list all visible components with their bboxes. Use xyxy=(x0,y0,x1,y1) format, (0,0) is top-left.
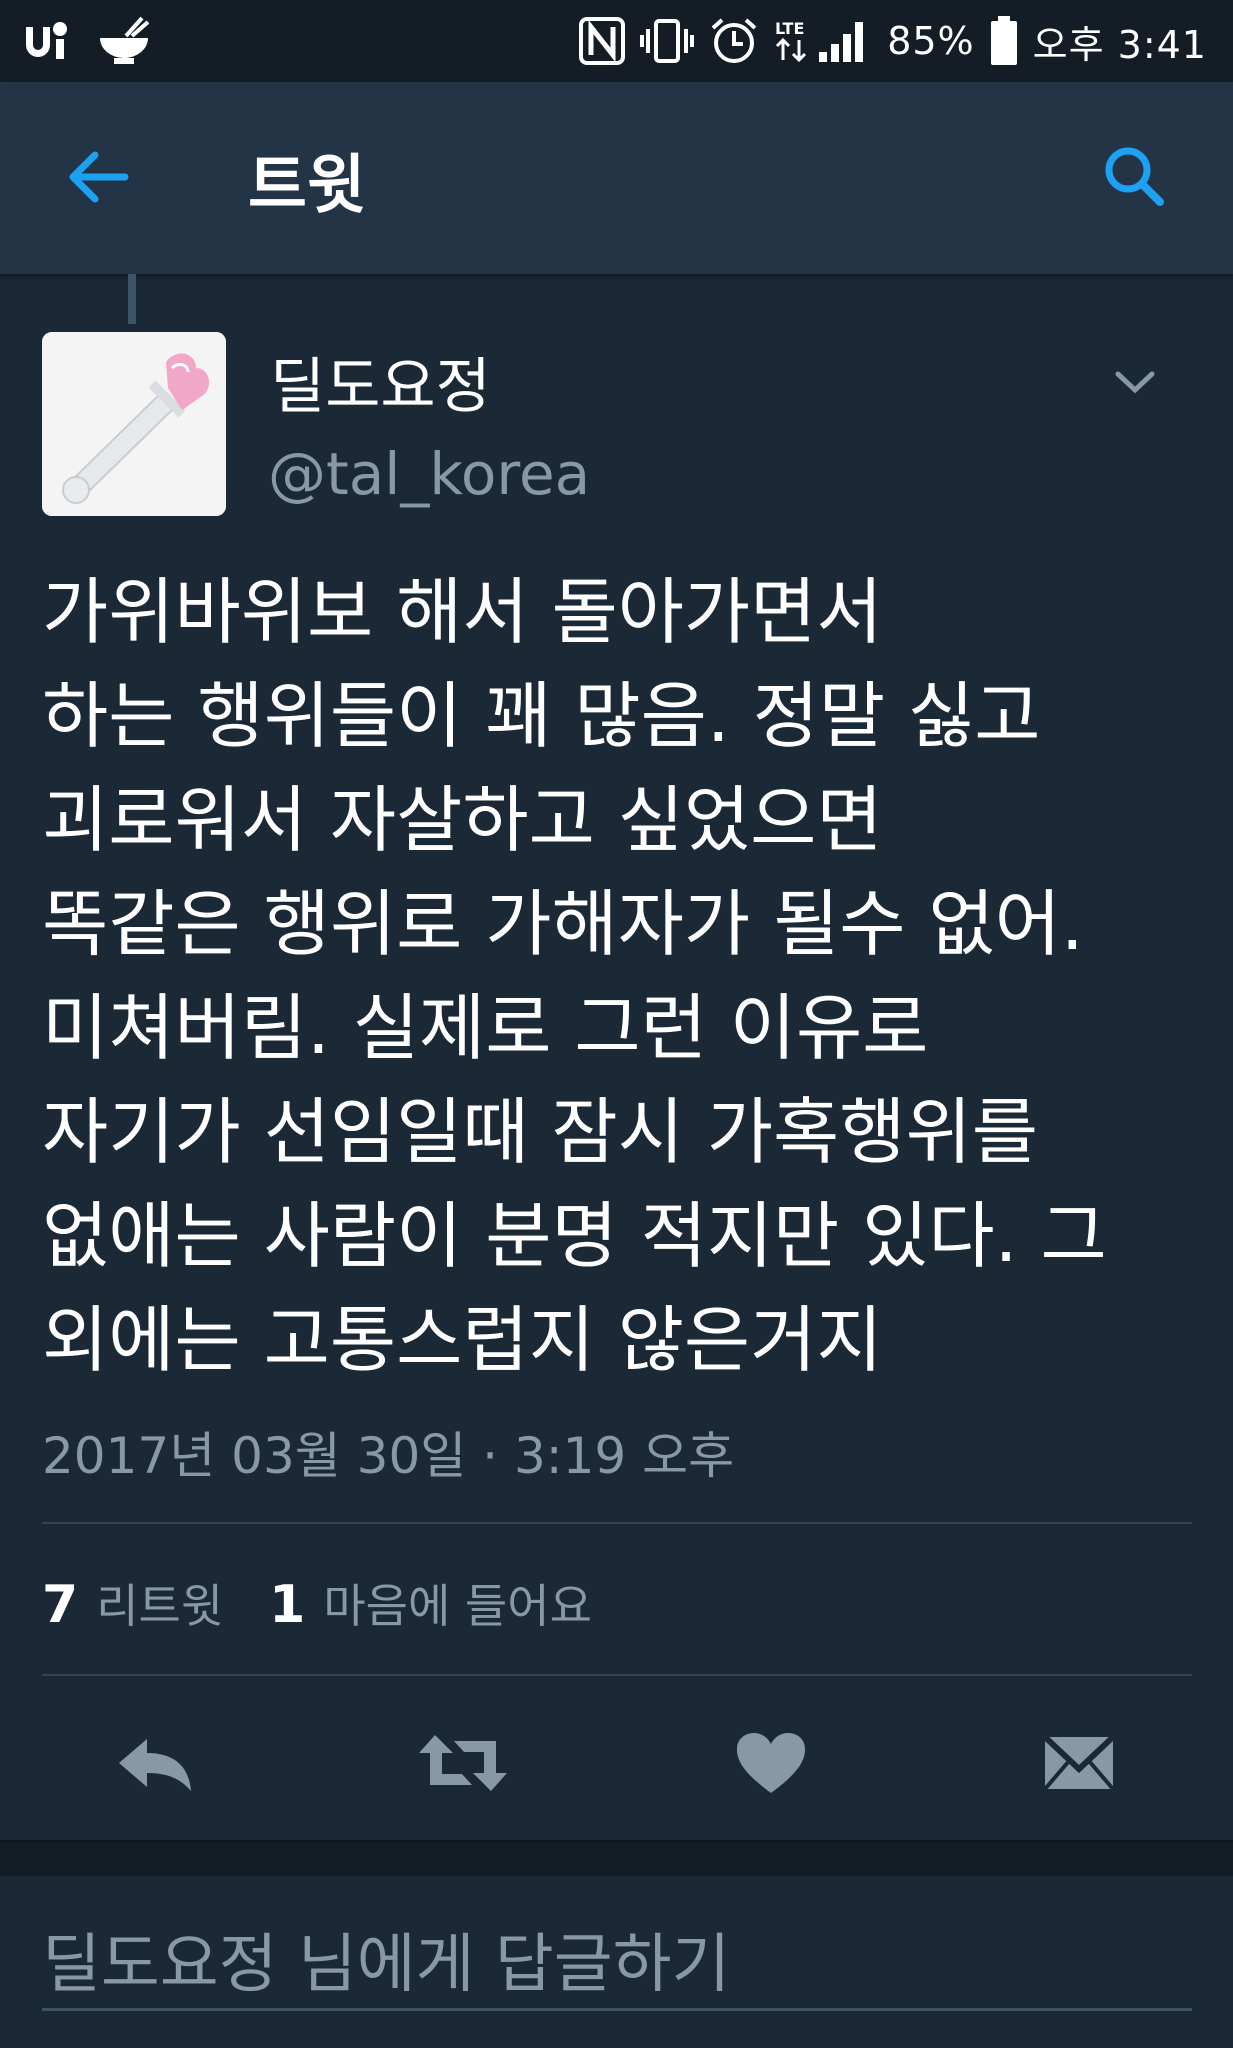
nfc-icon xyxy=(579,17,626,65)
search-icon xyxy=(1102,144,1166,212)
like-button[interactable] xyxy=(716,1710,826,1820)
author-handle[interactable]: @tal_korea xyxy=(268,440,590,508)
tweet-stats: 7 리트윗 1 마음에 들어요 xyxy=(42,1570,638,1636)
avatar[interactable] xyxy=(42,332,226,516)
thread-connector-line xyxy=(128,274,136,324)
reply-composer xyxy=(0,1876,1233,2048)
tweet-text: 가위바위보 해서 돌아가면서 하는 행위들이 꽤 많음. 정말 싫고 괴로워서 … xyxy=(42,570,1107,1382)
svg-text:LTE: LTE xyxy=(775,19,804,38)
retweet-count[interactable]: 7 xyxy=(42,1575,78,1635)
retweet-label[interactable]: 리트윗 xyxy=(96,1570,223,1636)
divider xyxy=(42,1522,1192,1524)
arrow-left-icon xyxy=(65,149,129,209)
section-separator xyxy=(0,1840,1233,1878)
heart-icon xyxy=(735,1731,807,1799)
alarm-icon xyxy=(709,16,759,66)
tweet-options-button[interactable] xyxy=(1110,362,1160,402)
search-button[interactable] xyxy=(1098,142,1170,214)
vibrate-icon xyxy=(639,17,695,65)
retweet-icon xyxy=(415,1731,511,1799)
retweet-button[interactable] xyxy=(408,1710,518,1820)
like-label[interactable]: 마음에 들어요 xyxy=(323,1570,592,1636)
avatar-image xyxy=(42,332,226,516)
direct-message-button[interactable] xyxy=(1024,1710,1134,1820)
battery-icon xyxy=(989,16,1019,66)
food-bowl-icon xyxy=(96,16,152,66)
back-button[interactable] xyxy=(62,144,132,214)
reply-input[interactable] xyxy=(42,1922,1192,2011)
app-bar: 트윗 xyxy=(0,82,1233,274)
tweet-timestamp: 2017년 03월 30일 · 3:19 오후 xyxy=(42,1427,735,1485)
tweet-actions xyxy=(0,1710,1233,1830)
reply-icon xyxy=(113,1733,197,1797)
lte-signal-icon: LTE xyxy=(773,16,873,66)
chevron-down-icon xyxy=(1110,371,1160,406)
envelope-icon xyxy=(1041,1731,1117,1799)
clock: 오후 3:41 xyxy=(1032,22,1207,67)
like-count[interactable]: 1 xyxy=(269,1575,305,1635)
page-title: 트윗 xyxy=(248,149,366,223)
status-bar: LTE 85% 오후 3:41 xyxy=(0,0,1233,82)
divider xyxy=(42,1674,1192,1676)
battery-percent: 85% xyxy=(887,19,975,63)
author-name[interactable]: 딜도요정 xyxy=(270,338,491,425)
carrier-app-icon xyxy=(20,19,72,63)
reply-button[interactable] xyxy=(100,1710,210,1820)
